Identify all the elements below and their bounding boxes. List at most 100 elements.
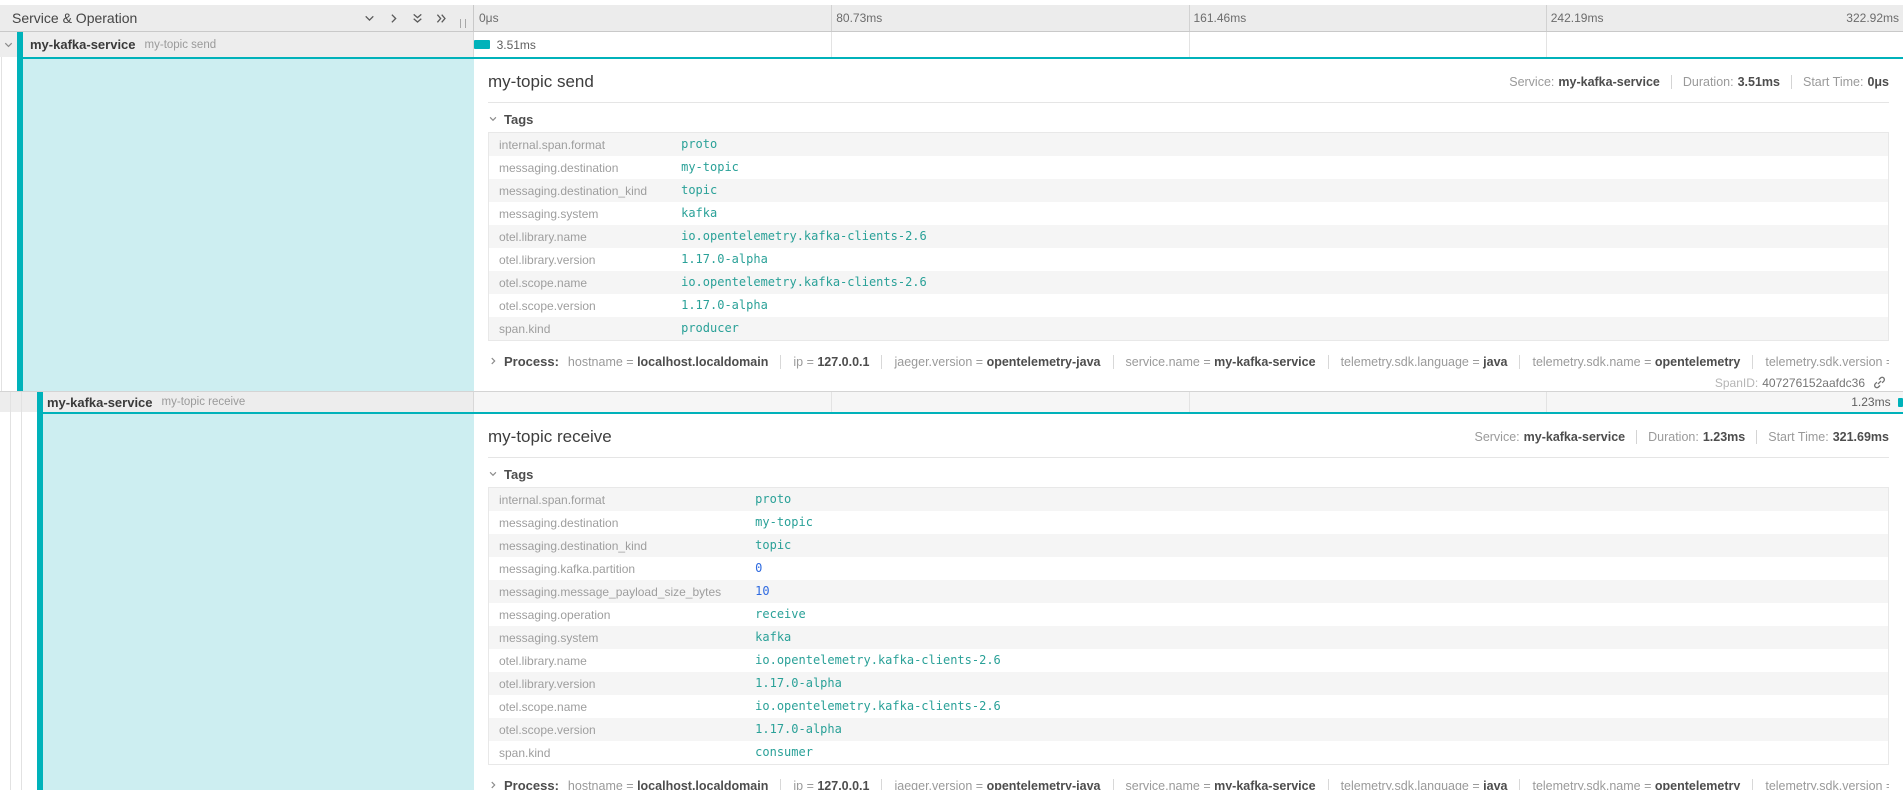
timeline-ruler: 0μs80.73ms161.46ms242.19ms322.92ms — [474, 5, 1903, 31]
process-accordion[interactable]: Process: hostname = localhost.localdomai… — [488, 354, 1889, 369]
indent-guide — [21, 392, 22, 412]
tag-row[interactable]: otel.scope.nameio.opentelemetry.kafka-cl… — [489, 271, 1889, 294]
tag-row[interactable]: span.kindproducer — [489, 317, 1889, 341]
span-duration-label: 3.51ms — [497, 38, 536, 52]
span-id-row: SpanID: 407276152aafdc36 — [488, 375, 1889, 390]
expanded-row-highlight — [43, 412, 474, 790]
overview-item: Duration:1.23ms — [1636, 430, 1745, 444]
tag-row[interactable]: messaging.message_payload_size_bytes10 — [489, 580, 1889, 603]
span-color-bar — [17, 32, 23, 57]
tag-value: proto — [673, 133, 1888, 157]
timeline-gridline — [1189, 32, 1190, 57]
jaeger-trace-timeline: Service & Operation 0 — [0, 0, 1903, 790]
tags-accordion[interactable]: Tags — [488, 467, 533, 482]
tag-row[interactable]: otel.scope.nameio.opentelemetry.kafka-cl… — [489, 695, 1889, 718]
tag-row[interactable]: internal.span.formatproto — [489, 488, 1889, 512]
tag-row[interactable]: messaging.destinationmy-topic — [489, 511, 1889, 534]
tag-value: consumer — [747, 741, 1888, 765]
chevron-right-icon[interactable] — [387, 12, 400, 25]
process-kv: hostname = localhost.localdomain — [568, 355, 768, 369]
tag-key: internal.span.format — [489, 133, 674, 157]
tag-row[interactable]: otel.library.nameio.opentelemetry.kafka-… — [489, 649, 1889, 672]
chevron-right-icon — [488, 779, 498, 790]
process-kv: telemetry.sdk.version = 1.17.0 — [1752, 779, 1889, 790]
timeline-gridline — [831, 392, 832, 412]
double-chevron-right-icon[interactable] — [435, 12, 448, 25]
link-icon[interactable] — [1872, 375, 1887, 390]
timeline-gridline — [1189, 392, 1190, 412]
process-kv: ip = 127.0.0.1 — [780, 355, 869, 369]
tag-row[interactable]: messaging.systemkafka — [489, 626, 1889, 649]
tag-value: io.opentelemetry.kafka-clients-2.6 — [747, 695, 1888, 718]
timeline-gridline — [1546, 392, 1547, 412]
process-kv-list: hostname = localhost.localdomain ip = 127… — [568, 355, 1889, 369]
tag-row[interactable]: messaging.systemkafka — [489, 202, 1889, 225]
span-bar-row-send[interactable]: my-kafka-service my-topic send 3.51ms — [0, 32, 1903, 57]
tag-row[interactable]: otel.library.nameio.opentelemetry.kafka-… — [489, 225, 1889, 248]
tag-value: producer — [673, 317, 1888, 341]
title-divider — [488, 457, 1889, 458]
process-label: Process: — [504, 354, 559, 369]
process-kv: telemetry.sdk.name = opentelemetry — [1519, 779, 1740, 790]
tag-key: otel.library.version — [489, 248, 674, 271]
tag-row[interactable]: otel.scope.version1.17.0-alpha — [489, 294, 1889, 317]
service-name: my-kafka-service — [30, 37, 136, 52]
chevron-down-icon — [488, 112, 498, 127]
tag-row[interactable]: span.kindconsumer — [489, 741, 1889, 765]
tags-label: Tags — [504, 112, 533, 127]
indent-guide — [10, 412, 11, 790]
service-operation-header: Service & Operation — [0, 5, 474, 31]
tag-key: otel.scope.name — [489, 271, 674, 294]
title-divider — [488, 102, 1889, 103]
tag-key: messaging.system — [489, 626, 748, 649]
timeline-header-row: Service & Operation 0 — [0, 5, 1903, 32]
timeline-tick: 80.73ms — [836, 11, 882, 25]
overview-item: Start Time:321.69ms — [1756, 430, 1889, 444]
tag-row[interactable]: messaging.operationreceive — [489, 603, 1889, 626]
tag-key: messaging.message_payload_size_bytes — [489, 580, 748, 603]
double-chevron-down-icon[interactable] — [411, 12, 424, 25]
span-timeline-cell[interactable]: 3.51ms — [474, 32, 1903, 57]
span-duration-bar[interactable] — [1898, 398, 1903, 407]
span-name-cell[interactable]: my-kafka-service my-topic receive — [0, 392, 474, 412]
timeline-tick: 322.92ms — [1846, 11, 1899, 25]
tags-table: internal.span.formatprotomessaging.desti… — [488, 132, 1889, 341]
detail-indent-gutter — [0, 57, 474, 391]
tag-row[interactable]: otel.scope.version1.17.0-alpha — [489, 718, 1889, 741]
tag-key: messaging.kafka.partition — [489, 557, 748, 580]
detail-header: my-topic receive Service:my-kafka-servic… — [488, 424, 1889, 450]
span-timeline-cell[interactable]: 1.23ms — [474, 392, 1903, 412]
tag-row[interactable]: messaging.destinationmy-topic — [489, 156, 1889, 179]
detail-content: my-topic send Service:my-kafka-serviceDu… — [474, 57, 1903, 391]
operation-name: my-topic receive — [162, 396, 246, 408]
timeline-gridline — [1546, 32, 1547, 57]
span-overview: Service:my-kafka-serviceDuration:1.23msS… — [1474, 430, 1889, 444]
span-duration-bar[interactable] — [474, 40, 490, 49]
column-resizer[interactable] — [460, 19, 466, 28]
tag-row[interactable]: messaging.destination_kindtopic — [489, 534, 1889, 557]
tags-accordion[interactable]: Tags — [488, 112, 533, 127]
chevron-down-icon[interactable] — [3, 39, 14, 50]
tag-value: 1.17.0-alpha — [747, 672, 1888, 695]
indent-guide — [1, 57, 2, 391]
span-bar-row-receive[interactable]: my-kafka-service my-topic receive 1.23ms — [0, 392, 1903, 412]
tag-row[interactable]: messaging.kafka.partition0 — [489, 557, 1889, 580]
tag-value: 1.17.0-alpha — [673, 248, 1888, 271]
tag-row[interactable]: internal.span.formatproto — [489, 133, 1889, 157]
chevron-down-icon[interactable] — [363, 12, 376, 25]
tag-value: io.opentelemetry.kafka-clients-2.6 — [673, 225, 1888, 248]
span-detail-send: my-topic send Service:my-kafka-serviceDu… — [0, 57, 1903, 392]
overview-item: Service:my-kafka-service — [1509, 75, 1660, 89]
tag-row[interactable]: otel.library.version1.17.0-alpha — [489, 672, 1889, 695]
process-accordion[interactable]: Process: hostname = localhost.localdomai… — [488, 778, 1889, 790]
span-detail-title: my-topic receive — [488, 427, 612, 447]
tag-row[interactable]: otel.library.version1.17.0-alpha — [489, 248, 1889, 271]
process-kv: hostname = localhost.localdomain — [568, 779, 768, 790]
tag-row[interactable]: messaging.destination_kindtopic — [489, 179, 1889, 202]
tag-value: my-topic — [747, 511, 1888, 534]
tag-key: otel.library.version — [489, 672, 748, 695]
tag-key: messaging.destination_kind — [489, 534, 748, 557]
span-name-cell[interactable]: my-kafka-service my-topic send — [0, 32, 474, 57]
tag-value: kafka — [673, 202, 1888, 225]
tag-value: kafka — [747, 626, 1888, 649]
